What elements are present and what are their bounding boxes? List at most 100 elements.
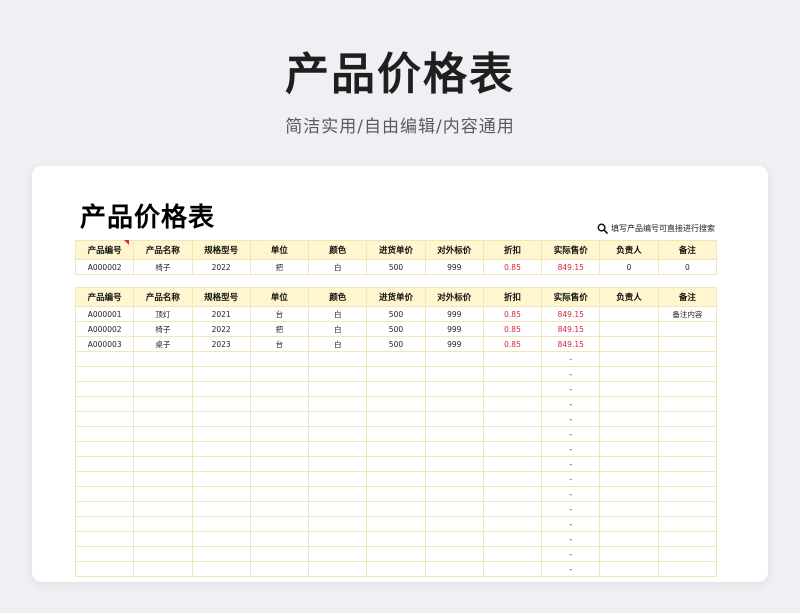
table-cell[interactable] — [424, 411, 484, 427]
table-cell[interactable]: 999 — [424, 306, 484, 322]
table-cell[interactable]: 849.15 — [541, 306, 601, 322]
table-cell[interactable] — [366, 546, 426, 562]
table-cell[interactable]: 椅子 — [133, 321, 193, 337]
table-cell[interactable]: - — [541, 471, 601, 487]
comment-marker[interactable] — [124, 240, 129, 245]
column-header[interactable]: 对外标价 — [424, 240, 484, 260]
table-cell[interactable] — [249, 366, 310, 382]
table-cell[interactable] — [308, 471, 368, 487]
table-cell[interactable]: A000002 — [74, 321, 135, 337]
table-cell[interactable] — [74, 486, 135, 502]
column-header[interactable]: 颜色 — [308, 240, 368, 260]
table-cell[interactable] — [191, 471, 251, 487]
table-cell[interactable] — [482, 456, 543, 472]
table-cell[interactable] — [133, 396, 193, 412]
table-cell[interactable] — [599, 426, 659, 442]
table-cell[interactable] — [657, 336, 718, 352]
table-cell[interactable] — [482, 561, 543, 577]
table-cell[interactable] — [482, 471, 543, 487]
table-cell[interactable]: 849.15 — [541, 259, 601, 275]
table-cell[interactable] — [308, 351, 368, 367]
table-cell[interactable] — [599, 501, 659, 517]
table-cell[interactable] — [482, 396, 543, 412]
table-cell[interactable]: 0.85 — [482, 321, 543, 337]
table-cell[interactable] — [366, 441, 426, 457]
table-cell[interactable] — [133, 441, 193, 457]
table-cell[interactable] — [249, 351, 310, 367]
column-header[interactable]: 进货单价 — [366, 287, 426, 307]
table-cell[interactable] — [424, 366, 484, 382]
table-cell[interactable] — [424, 546, 484, 562]
table-cell[interactable] — [308, 366, 368, 382]
table-cell[interactable] — [599, 366, 659, 382]
table-cell[interactable]: - — [541, 561, 601, 577]
table-cell[interactable] — [599, 381, 659, 397]
table-cell[interactable] — [133, 381, 193, 397]
table-cell[interactable] — [482, 381, 543, 397]
table-cell[interactable]: 500 — [366, 259, 426, 275]
column-header[interactable]: 实际售价 — [541, 287, 601, 307]
table-cell[interactable] — [482, 501, 543, 517]
table-cell[interactable] — [599, 531, 659, 547]
table-cell[interactable] — [133, 516, 193, 532]
table-cell[interactable] — [74, 546, 135, 562]
table-cell[interactable] — [249, 381, 310, 397]
table-cell[interactable]: 849.15 — [541, 321, 601, 337]
table-cell[interactable] — [657, 411, 718, 427]
table-cell[interactable]: A000002 — [74, 259, 135, 275]
table-cell[interactable]: - — [541, 441, 601, 457]
column-header[interactable]: 规格型号 — [191, 287, 251, 307]
table-cell[interactable] — [599, 486, 659, 502]
table-cell[interactable] — [657, 426, 718, 442]
table-cell[interactable]: 2022 — [191, 259, 251, 275]
table-cell[interactable] — [424, 456, 484, 472]
table-cell[interactable] — [482, 366, 543, 382]
table-cell[interactable]: 台 — [249, 306, 310, 322]
table-cell[interactable] — [657, 381, 718, 397]
table-cell[interactable] — [366, 501, 426, 517]
table-cell[interactable] — [424, 396, 484, 412]
table-cell[interactable] — [191, 531, 251, 547]
table-cell[interactable] — [308, 561, 368, 577]
table-cell[interactable]: - — [541, 516, 601, 532]
table-cell[interactable] — [482, 516, 543, 532]
table-cell[interactable]: 白 — [308, 259, 368, 275]
table-cell[interactable]: 备注内容 — [657, 306, 718, 322]
table-cell[interactable] — [249, 531, 310, 547]
table-cell[interactable]: 椅子 — [133, 259, 193, 275]
column-header[interactable]: 单位 — [249, 287, 310, 307]
table-cell[interactable] — [74, 471, 135, 487]
table-cell[interactable] — [308, 531, 368, 547]
table-cell[interactable] — [74, 516, 135, 532]
table-cell[interactable]: 999 — [424, 336, 484, 352]
table-cell[interactable] — [599, 336, 659, 352]
column-header[interactable]: 实际售价 — [541, 240, 601, 260]
table-cell[interactable] — [482, 351, 543, 367]
table-cell[interactable]: - — [541, 456, 601, 472]
table-cell[interactable] — [366, 561, 426, 577]
table-cell[interactable] — [657, 546, 718, 562]
table-cell[interactable] — [191, 426, 251, 442]
column-header[interactable]: 颜色 — [308, 287, 368, 307]
table-cell[interactable] — [74, 381, 135, 397]
table-cell[interactable] — [366, 456, 426, 472]
table-cell[interactable] — [133, 411, 193, 427]
column-header[interactable]: 对外标价 — [424, 287, 484, 307]
table-cell[interactable] — [657, 441, 718, 457]
table-cell[interactable]: 2023 — [191, 336, 251, 352]
table-cell[interactable] — [599, 321, 659, 337]
table-cell[interactable] — [74, 351, 135, 367]
table-cell[interactable] — [599, 546, 659, 562]
table-cell[interactable] — [308, 426, 368, 442]
table-cell[interactable] — [599, 351, 659, 367]
table-cell[interactable] — [191, 456, 251, 472]
table-cell[interactable] — [308, 441, 368, 457]
table-cell[interactable] — [74, 531, 135, 547]
table-cell[interactable] — [133, 456, 193, 472]
table-cell[interactable] — [657, 351, 718, 367]
table-cell[interactable] — [133, 471, 193, 487]
table-cell[interactable]: 0.85 — [482, 259, 543, 275]
table-cell[interactable] — [74, 501, 135, 517]
table-cell[interactable] — [424, 351, 484, 367]
column-header[interactable]: 备注 — [657, 240, 718, 260]
